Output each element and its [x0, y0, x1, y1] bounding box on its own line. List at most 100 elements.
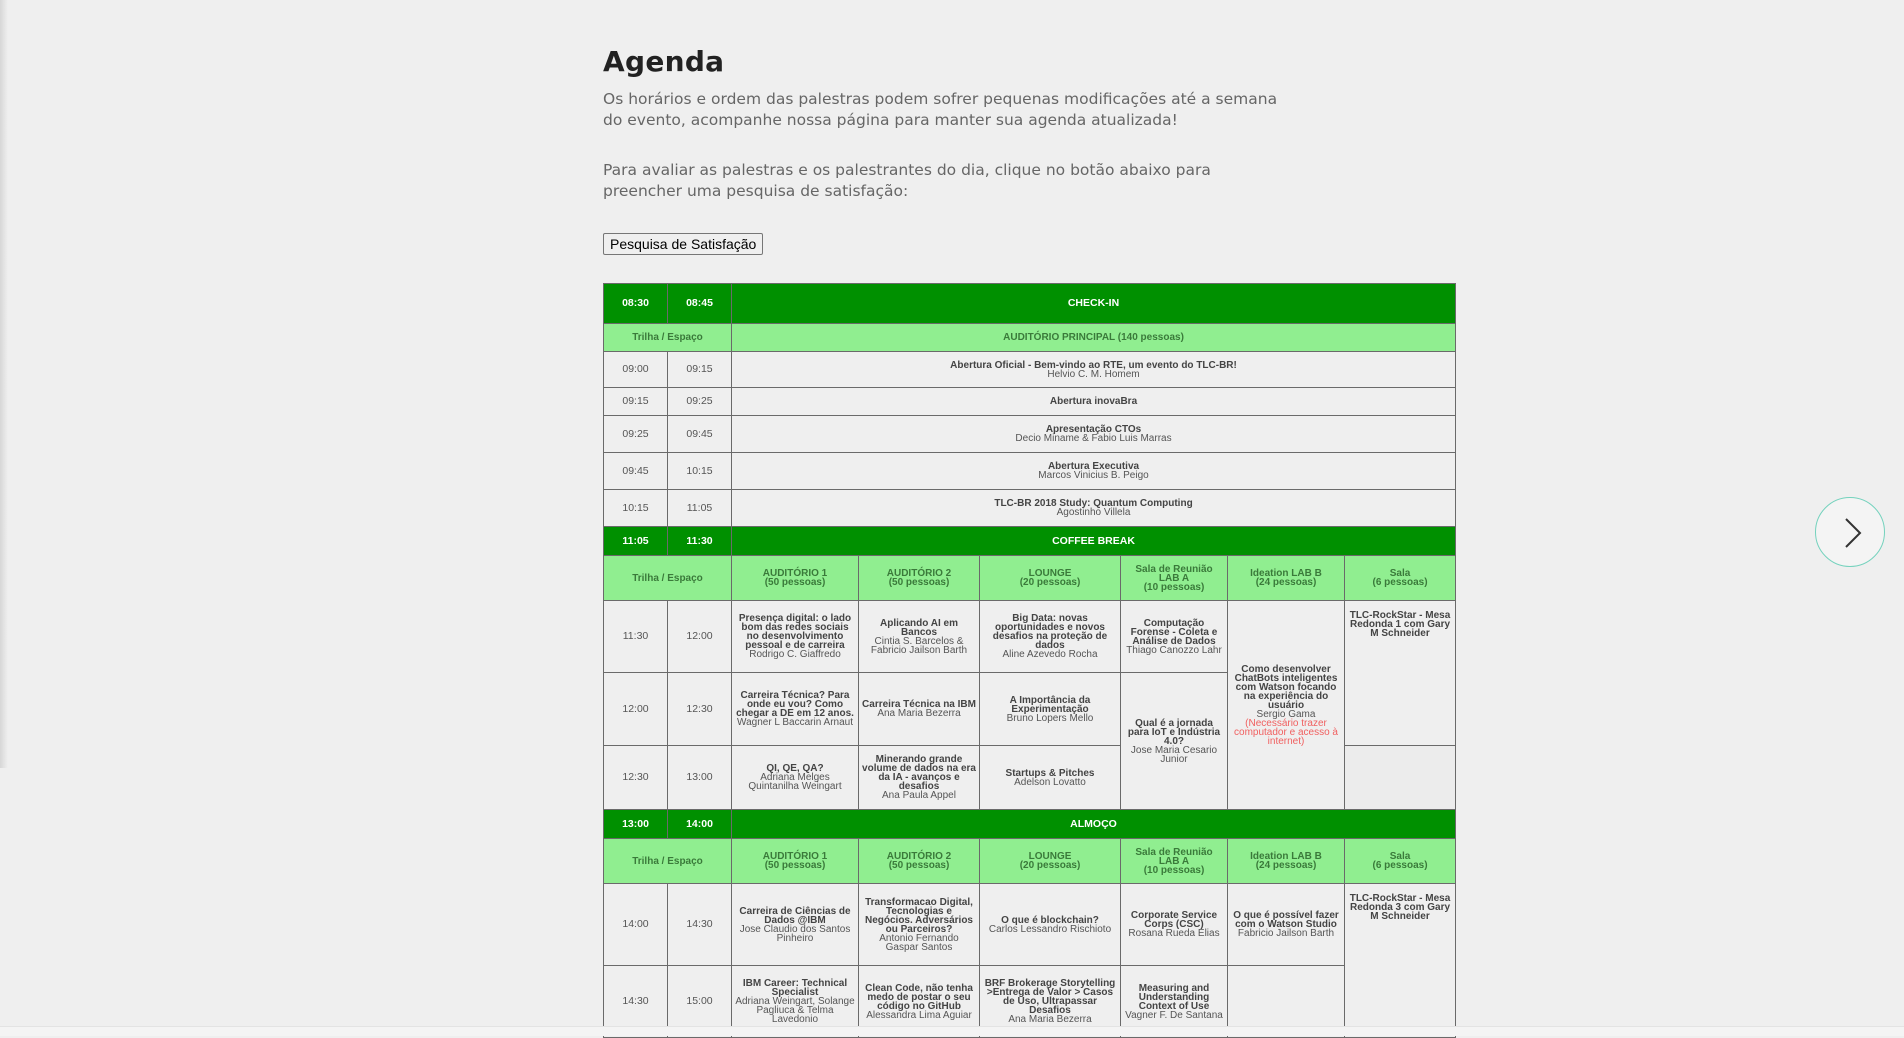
- time-end: 09:25: [667, 387, 732, 416]
- session-title: Minerando grande volume de dados na era …: [862, 754, 976, 792]
- time-end: 11:05: [667, 489, 732, 527]
- time-end: 09:45: [667, 415, 732, 453]
- session-cell: Abertura inovaBra: [730, 387, 1457, 416]
- session-speaker: Jose Claudio dos Santos Pinheiro: [739, 923, 851, 944]
- session-row: 09:00 09:15 Abertura Oficial - Bem-vindo…: [603, 351, 1457, 388]
- room-capacity: (10 pessoas): [1143, 864, 1205, 876]
- room-header: Ideation LAB B (24 pessoas): [1227, 838, 1345, 884]
- session-cell: A Importância da Experimentação Bruno Lop…: [979, 672, 1121, 746]
- session-title: Carreira Técnica? Para onde eu vou? Como…: [736, 690, 854, 719]
- track-label: Trilha / Espaço: [603, 555, 732, 601]
- session-speaker: Carlos Lessandro Rischioto: [988, 923, 1112, 935]
- room-capacity: (10 pessoas): [1143, 581, 1205, 593]
- session-cell: Como desenvolver ChatBots inteligentes c…: [1227, 600, 1345, 810]
- room-header: AUDITÓRIO 2 (50 pessoas): [858, 555, 980, 601]
- room-capacity: (20 pessoas): [1019, 577, 1081, 588]
- session-cell: Big Data: novas oportunidades e novos de…: [979, 600, 1121, 673]
- time-end: 12:30: [667, 672, 732, 746]
- session-cell: TLC-RockStar - Mesa Redonda 1 com Gary M…: [1343, 600, 1457, 746]
- session-title: Abertura inovaBra: [1049, 396, 1138, 407]
- session-speaker: Aline Azevedo Rocha: [1002, 649, 1098, 660]
- chevron-right-icon: [1845, 518, 1862, 548]
- session-speaker: Thiago Canozzo Lahr: [1126, 644, 1222, 656]
- time-start: 09:00: [603, 351, 668, 388]
- session-speaker: Adelson Lovatto: [1014, 776, 1086, 788]
- room-capacity: (6 pessoas): [1372, 577, 1428, 588]
- session-cell: TLC-BR 2018 Study: Quantum Computing Agos…: [730, 489, 1457, 527]
- session-speaker: Alessandra Lima Aguiar: [866, 1009, 972, 1021]
- session-title: Transformacao Digital, Tecnologias e Neg…: [864, 896, 973, 935]
- checkin-row: 08:30 08:45 CHECK-IN: [603, 283, 1457, 324]
- session-cell: Aplicando AI em Bancos Cintia S. Barcelos…: [858, 600, 980, 673]
- agenda-table: 08:30 08:45 CHECK-IN Trilha / Espaço AUD…: [603, 283, 1457, 1038]
- session-cell: Transformacao Digital, Tecnologias e Neg…: [858, 883, 980, 966]
- session-title: Big Data: novas oportunidades e novos de…: [992, 613, 1108, 651]
- empty-cell: [1343, 745, 1457, 810]
- lunch-label: ALMOÇO: [730, 809, 1457, 839]
- session-speaker: Rodrigo C. Giaffredo: [749, 649, 841, 660]
- session-title: O que é possível fazer com o Watson Stud…: [1233, 910, 1339, 930]
- main-room-header: Trilha / Espaço AUDITÓRIO PRINCIPAL (140…: [603, 323, 1457, 352]
- room-capacity: (50 pessoas): [764, 577, 826, 588]
- lunch-row: 13:00 14:00 ALMOÇO: [603, 809, 1457, 839]
- checkin-label: CHECK-IN: [730, 283, 1457, 324]
- page-header: Agenda Os horários e ordem das palestras…: [603, 40, 1453, 255]
- next-slide-button[interactable]: [1815, 497, 1885, 567]
- session-row: 09:25 09:45 Apresentação CTOs Decio Minam…: [603, 415, 1457, 453]
- session-title: Presença digital: o lado bom das redes s…: [738, 613, 852, 651]
- session-speaker: Antonio Fernando Gaspar Santos: [879, 932, 959, 953]
- session-cell: Startups & Pitches Adelson Lovatto: [979, 745, 1121, 810]
- session-title: TLC-RockStar - Mesa Redonda 1 com Gary M…: [1349, 610, 1451, 639]
- time-start: 12:00: [603, 672, 668, 746]
- room-header: Ideation LAB B (24 pessoas): [1227, 555, 1345, 601]
- page-title: Agenda: [603, 45, 725, 78]
- session-note: (Necessário trazer computador e acesso à…: [1234, 717, 1338, 747]
- time-end: 14:00: [667, 809, 732, 839]
- session-cell: Carreira Técnica? Para onde eu vou? Como…: [731, 672, 859, 746]
- room-capacity: (50 pessoas): [888, 860, 950, 871]
- room-header: LOUNGE (20 pessoas): [979, 838, 1121, 884]
- session-speaker: Vagner F. De Santana: [1125, 1009, 1223, 1021]
- room-capacity: (24 pessoas): [1255, 577, 1317, 588]
- room-capacity: (50 pessoas): [888, 577, 950, 588]
- schedule-notice: Os horários e ordem das palestras podem …: [603, 90, 1278, 129]
- session-row: 14:00 14:30 Carreira de Ciências de Dado…: [603, 883, 1457, 1038]
- time-end: 12:00: [667, 600, 732, 673]
- session-speaker: Helvio C. M. Homem: [1047, 368, 1140, 380]
- session-title: IBM Career: Technical Specialist: [742, 978, 848, 998]
- room-header: Sala de Reunião LAB A (10 pessoas): [1120, 555, 1228, 601]
- rooms-header-row: Trilha / Espaço AUDITÓRIO 1 (50 pessoas) …: [603, 838, 1457, 884]
- room-header: Sala (6 pessoas): [1343, 838, 1457, 884]
- session-cell: Abertura Oficial - Bem-vindo ao RTE, um …: [730, 351, 1457, 388]
- session-title: Corporate Service Corps (CSC): [1130, 910, 1218, 930]
- track-label: Trilha / Espaço: [603, 838, 732, 884]
- session-cell: Presença digital: o lado bom das redes s…: [731, 600, 859, 673]
- room-header: AUDITÓRIO 1 (50 pessoas): [731, 555, 859, 601]
- session-cell: TLC-RockStar - Mesa Redonda 3 com Gary M…: [1343, 883, 1457, 1038]
- session-title: Clean Code, não tenha medo de postar o s…: [865, 982, 973, 1012]
- session-title: Computação Forense - Coleta e Análise de…: [1130, 617, 1218, 647]
- time-end: 13:00: [667, 745, 732, 810]
- session-speaker: Ana Paula Appel: [882, 790, 956, 801]
- session-title: Como desenvolver ChatBots inteligentes c…: [1234, 663, 1338, 711]
- time-start: 09:45: [603, 452, 668, 490]
- room-capacity: (6 pessoas): [1372, 860, 1428, 871]
- time-start: 13:00: [603, 809, 668, 839]
- session-speaker: Ana Maria Bezerra: [1008, 1014, 1092, 1025]
- coffee-break-row: 11:05 11:30 COFFEE BREAK: [603, 526, 1457, 556]
- session-cell: Qual é a jornada para IoT e Indústria 4.…: [1120, 672, 1228, 810]
- session-cell: QI, QE, QA? Adriana Melges Quintanilha We…: [731, 745, 859, 810]
- session-row: 09:45 10:15 Abertura Executiva Marcos Vin…: [603, 452, 1457, 490]
- time-start: 12:30: [603, 745, 668, 810]
- survey-button[interactable]: Pesquisa de Satisfação: [603, 233, 764, 255]
- session-title: A Importância da Experimentação: [1009, 694, 1091, 715]
- room-capacity: (20 pessoas): [1019, 860, 1081, 871]
- main-room-label: AUDITÓRIO PRINCIPAL (140 pessoas): [730, 323, 1457, 352]
- time-start: 14:00: [603, 883, 668, 966]
- session-speaker: Bruno Lopers Mello: [1006, 712, 1094, 724]
- session-speaker: Decio Miname & Fabio Luis Marras: [1015, 433, 1172, 444]
- time-start: 10:15: [603, 489, 668, 527]
- track-label: Trilha / Espaço: [603, 323, 732, 352]
- session-title: Aplicando AI em Bancos: [880, 617, 958, 638]
- left-edge-shadow: [0, 0, 8, 768]
